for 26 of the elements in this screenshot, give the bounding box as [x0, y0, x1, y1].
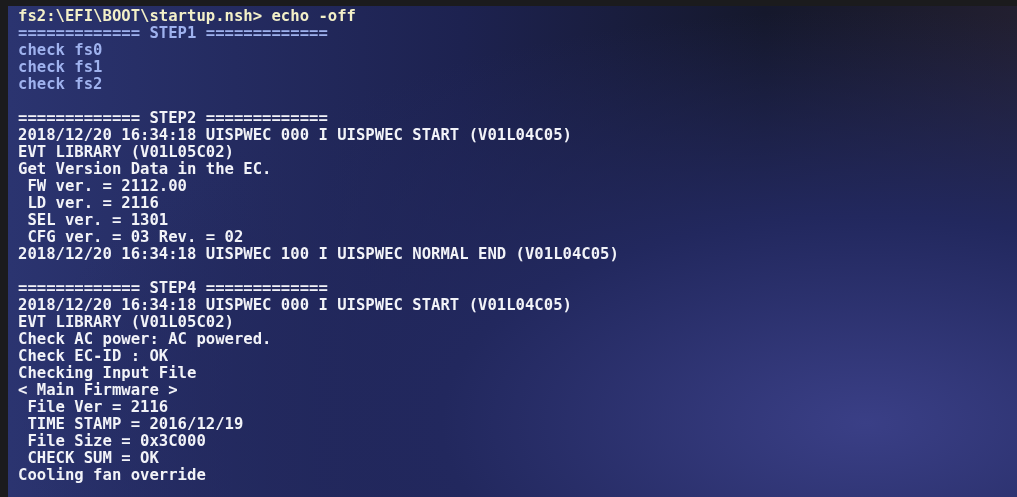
console-line: File Size = 0x3C000	[26, 433, 206, 450]
console-line: < Main Firmware >	[18, 382, 178, 399]
console-line: LD ver. = 2116	[26, 195, 159, 212]
console-line: Cooling fan override	[18, 467, 206, 484]
console-line: 2018/12/20 16:34:18 UISPWEC 100 I UISPWEC NORMAL END (V01L04C05)	[18, 246, 619, 263]
console-line: TIME STAMP = 2016/12/19	[26, 416, 244, 433]
console-line: CHECK SUM = OK	[26, 450, 159, 467]
console-line: ============= STEP1 =============	[18, 25, 328, 42]
console-line: FW ver. = 2112.00	[26, 178, 187, 195]
console-line: 2018/12/20 16:34:18 UISPWEC 000 I UISPWEC START (V01L04C05)	[18, 127, 572, 144]
console-line: EVT LIBRARY (V01L05C02)	[18, 144, 234, 161]
console-line: check fs2	[18, 76, 103, 93]
console-line: 2018/12/20 16:34:18 UISPWEC 000 I UISPWEC START (V01L04C05)	[18, 297, 572, 314]
console-line: Check EC-ID : OK	[18, 348, 169, 365]
console-line: Check AC power: AC powered.	[18, 331, 272, 348]
console-line: CFG ver. = 03 Rev. = 02	[26, 229, 244, 246]
console-line: check fs1	[18, 59, 103, 76]
command-prompt: fs2:\EFI\BOOT\startup.nsh> echo -off	[18, 8, 356, 25]
console-line: ============= STEP2 =============	[18, 110, 328, 127]
console-line: check fs0	[18, 42, 103, 59]
console-line: ============= STEP4 =============	[18, 280, 328, 297]
console-line: Checking Input File	[18, 365, 197, 382]
console-line: SEL ver. = 1301	[26, 212, 169, 229]
console-line: File Ver = 2116	[26, 399, 169, 416]
console-line: Get Version Data in the EC.	[18, 161, 272, 178]
console-line: EVT LIBRARY (V01L05C02)	[18, 314, 234, 331]
